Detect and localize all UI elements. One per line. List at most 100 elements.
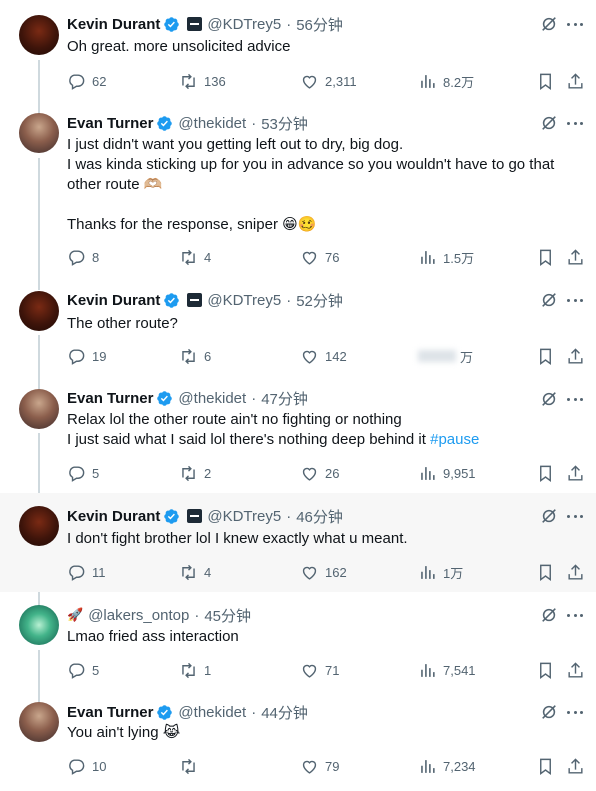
- retweet-button[interactable]: 136: [179, 71, 226, 91]
- more-icon[interactable]: [567, 704, 583, 720]
- tweet[interactable]: Kevin Durant @KDTrey5 · 46分钟 I don't fig…: [0, 493, 596, 592]
- author-handle[interactable]: @KDTrey5: [207, 292, 281, 309]
- views-button[interactable]: 1.5万: [418, 247, 474, 267]
- grok-icon[interactable]: [540, 15, 558, 33]
- views-button[interactable]: 7,541: [418, 660, 476, 680]
- retweet-button[interactable]: 1: [179, 660, 211, 680]
- bookmark-button[interactable]: [536, 562, 555, 582]
- grok-icon[interactable]: [540, 507, 558, 525]
- avatar[interactable]: [19, 15, 59, 55]
- views-button[interactable]: 7,234: [418, 756, 476, 776]
- views-button[interactable]: 9,951: [418, 463, 476, 483]
- grok-icon[interactable]: [540, 703, 558, 721]
- views-button[interactable]: 1万: [418, 562, 463, 582]
- retweet-button[interactable]: [179, 756, 204, 776]
- share-button[interactable]: [566, 660, 585, 680]
- reply-button[interactable]: 19: [67, 346, 106, 366]
- retweet-button[interactable]: 6: [179, 346, 211, 366]
- reply-button[interactable]: 5: [67, 463, 99, 483]
- like-button[interactable]: 162: [300, 562, 347, 582]
- more-icon[interactable]: [567, 16, 583, 32]
- bookmark-button[interactable]: [536, 71, 555, 91]
- retweet-button[interactable]: 4: [179, 247, 211, 267]
- author-handle[interactable]: @thekidet: [178, 704, 246, 721]
- author-name[interactable]: Kevin Durant: [67, 292, 160, 309]
- share-button[interactable]: [566, 247, 585, 267]
- retweet-button[interactable]: 2: [179, 463, 211, 483]
- reply-button[interactable]: 11: [67, 562, 106, 582]
- share-button[interactable]: [566, 562, 585, 582]
- reply-button[interactable]: 62: [67, 71, 106, 91]
- avatar[interactable]: [19, 291, 59, 331]
- retweet-icon: [182, 564, 195, 580]
- bookmark-icon: [540, 662, 551, 679]
- author-name[interactable]: Evan Turner: [67, 704, 153, 721]
- like-button[interactable]: 142: [300, 346, 347, 366]
- reply-icon: [69, 465, 85, 482]
- author-handle[interactable]: @KDTrey5: [207, 16, 281, 33]
- hashtag-link[interactable]: #pause: [430, 431, 479, 448]
- reply-button[interactable]: 10: [67, 756, 106, 776]
- author-name[interactable]: Evan Turner: [67, 115, 153, 132]
- separator: ·: [251, 114, 257, 132]
- author-handle[interactable]: @lakers_ontop: [88, 607, 189, 624]
- share-button[interactable]: [566, 71, 585, 91]
- like-button[interactable]: 71: [300, 660, 339, 680]
- like-button[interactable]: 79: [300, 756, 339, 776]
- timestamp[interactable]: 44分钟: [261, 702, 308, 723]
- tweet[interactable]: Evan Turner @thekidet · 53分钟 I just didn…: [0, 100, 596, 277]
- timestamp[interactable]: 46分钟: [296, 506, 343, 527]
- reply-button[interactable]: 8: [67, 247, 99, 267]
- grok-icon[interactable]: [540, 390, 558, 408]
- bookmark-button[interactable]: [536, 660, 555, 680]
- share-button[interactable]: [566, 756, 585, 776]
- views-button[interactable]: 8.2万: [418, 71, 474, 91]
- like-button[interactable]: 2,311: [300, 71, 357, 91]
- author-handle[interactable]: @thekidet: [178, 115, 246, 132]
- more-icon[interactable]: [567, 391, 583, 407]
- avatar[interactable]: [19, 113, 59, 153]
- more-icon[interactable]: [567, 115, 583, 131]
- views-button[interactable]: 万: [418, 346, 473, 366]
- share-button[interactable]: [566, 346, 585, 366]
- timestamp[interactable]: 56分钟: [296, 14, 343, 35]
- affiliate-badge-icon[interactable]: [187, 17, 203, 31]
- bookmark-button[interactable]: [536, 346, 555, 366]
- timestamp[interactable]: 47分钟: [261, 388, 308, 409]
- verified-badge-icon: [156, 115, 173, 132]
- grok-icon[interactable]: [540, 291, 558, 309]
- more-icon[interactable]: [567, 508, 583, 524]
- author-name[interactable]: Kevin Durant: [67, 16, 160, 33]
- avatar[interactable]: [19, 702, 59, 742]
- affiliate-badge-icon[interactable]: [187, 509, 203, 523]
- tweet[interactable]: Kevin Durant @KDTrey5 · 56分钟 Oh great. m…: [0, 0, 596, 100]
- like-button[interactable]: 76: [300, 247, 339, 267]
- timestamp[interactable]: 45分钟: [204, 605, 251, 626]
- retweet-button[interactable]: 4: [179, 562, 211, 582]
- author-name[interactable]: Kevin Durant: [67, 508, 160, 525]
- author-name[interactable]: Evan Turner: [67, 390, 153, 407]
- views-icon: [421, 74, 435, 88]
- author-handle[interactable]: @thekidet: [178, 390, 246, 407]
- tweet[interactable]: Evan Turner @thekidet · 44分钟 You ain't l…: [0, 690, 596, 791]
- grok-icon[interactable]: [540, 114, 558, 132]
- reply-button[interactable]: 5: [67, 660, 99, 680]
- avatar[interactable]: [19, 389, 59, 429]
- tweet[interactable]: 🚀 @lakers_ontop · 45分钟 Lmao fried ass in…: [0, 592, 596, 690]
- avatar[interactable]: [19, 605, 59, 645]
- share-button[interactable]: [566, 463, 585, 483]
- like-button[interactable]: 26: [300, 463, 339, 483]
- grok-icon[interactable]: [540, 606, 558, 624]
- more-icon[interactable]: [567, 292, 583, 308]
- tweet[interactable]: Kevin Durant @KDTrey5 · 52分钟 The other r…: [0, 277, 596, 376]
- more-icon[interactable]: [567, 607, 583, 623]
- author-handle[interactable]: @KDTrey5: [207, 508, 281, 525]
- tweet[interactable]: Evan Turner @thekidet · 47分钟 Relax lol t…: [0, 376, 596, 493]
- bookmark-button[interactable]: [536, 756, 555, 776]
- timestamp[interactable]: 53分钟: [261, 113, 308, 134]
- avatar[interactable]: [19, 506, 59, 546]
- timestamp[interactable]: 52分钟: [296, 290, 343, 311]
- bookmark-button[interactable]: [536, 247, 555, 267]
- affiliate-badge-icon[interactable]: [187, 293, 203, 307]
- bookmark-button[interactable]: [536, 463, 555, 483]
